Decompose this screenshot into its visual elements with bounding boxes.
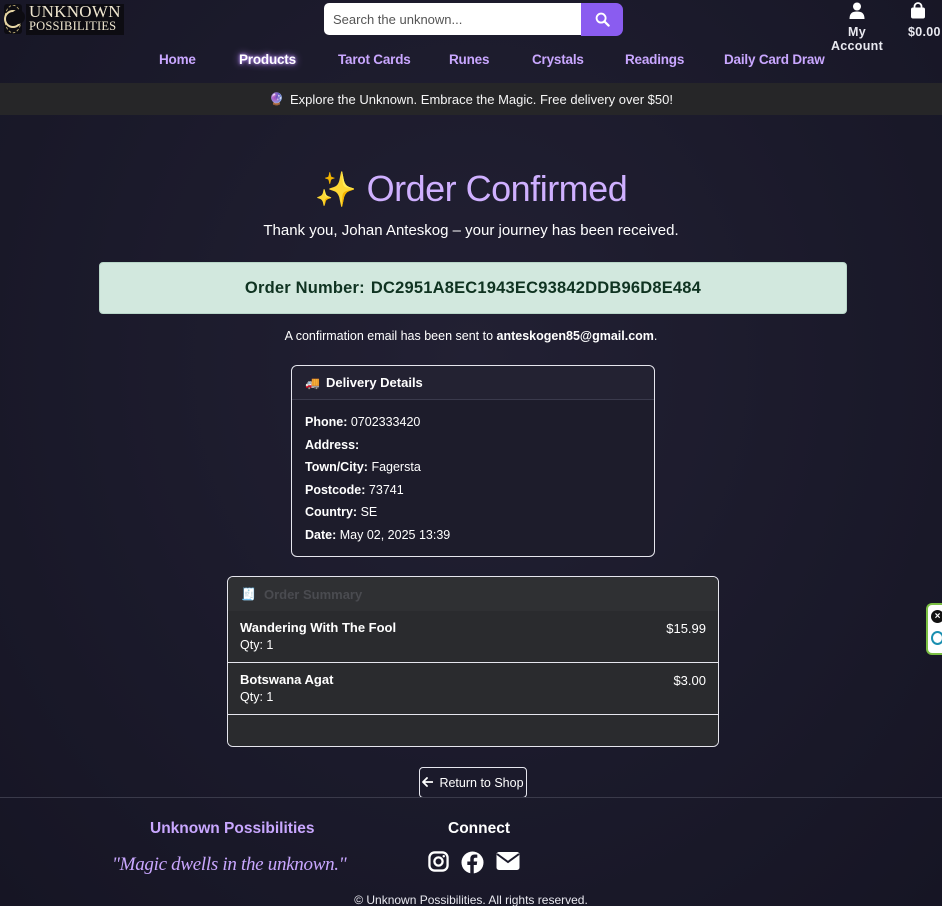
envelope-icon[interactable]	[496, 851, 520, 871]
nav-tarot-cards[interactable]: Tarot Cards	[338, 52, 411, 67]
email-note-suffix: .	[653, 329, 658, 343]
copyright-text: © Unknown Possibilities. All rights rese…	[354, 893, 588, 906]
search-bar	[324, 3, 623, 36]
sparkles-icon: ✨	[314, 171, 357, 209]
page-title: ✨ Order Confirmed	[0, 168, 942, 210]
nav-daily-card-draw[interactable]: Daily Card Draw	[724, 52, 825, 67]
delivery-label: Date:	[305, 527, 337, 542]
instagram-icon[interactable]	[428, 851, 449, 872]
delivery-row-town: Town/City: Fagersta	[305, 459, 654, 482]
delivery-details-title: Delivery Details	[325, 375, 423, 390]
order-summary-header: 🧾 Order Summary	[228, 577, 718, 611]
delivery-row-country: Country: SE	[305, 504, 654, 527]
delivery-value: 73741	[368, 482, 404, 497]
order-summary-card: 🧾 Order Summary Wandering With The Fool …	[227, 576, 719, 747]
delivery-label: Address:	[305, 437, 360, 452]
page-title-text: Order Confirmed	[366, 168, 628, 209]
delivery-details-body: Phone: 0702333420 Address: Town/City: Fa…	[292, 400, 654, 549]
summary-item-qty: Qty: 1	[240, 638, 274, 652]
footer-quote: "Magic dwells in the unknown."	[112, 854, 347, 875]
nav-products[interactable]: Products	[239, 52, 296, 67]
summary-item-row: Wandering With The Fool Qty: 1 $15.99	[228, 611, 718, 663]
nav-home[interactable]: Home	[159, 52, 196, 67]
top-bar: UNKNOWN POSSIBILITIES My Account $0.00	[0, 0, 942, 53]
receipt-icon: 🧾	[241, 587, 256, 601]
cart-link[interactable]: $0.00	[908, 2, 942, 39]
search-input[interactable]	[324, 3, 581, 35]
email-confirmation-note: A confirmation email has been sent to an…	[0, 329, 942, 343]
crystal-ball-icon: 🔮	[269, 92, 284, 106]
order-number-box: Order Number: DC2951A8EC1943EC93842DDB96…	[99, 262, 847, 314]
delivery-value: May 02, 2025 13:39	[339, 527, 451, 542]
social-links	[428, 851, 520, 874]
delivery-row-phone: Phone: 0702333420	[305, 414, 654, 437]
site-footer: Unknown Possibilities "Magic dwells in t…	[0, 797, 942, 906]
delivery-details-card: 🚚 Delivery Details Phone: 0702333420 Add…	[291, 365, 655, 557]
summary-item-row: Botswana Agat Qty: 1 $3.00	[228, 663, 718, 715]
widget-logo-icon	[931, 631, 942, 645]
delivery-details-header: 🚚 Delivery Details	[292, 366, 654, 400]
user-icon	[849, 2, 865, 19]
promo-text: Explore the Unknown. Embrace the Magic. …	[289, 91, 673, 107]
summary-item-name: Botswana Agat	[240, 672, 334, 687]
summary-footer	[228, 715, 718, 746]
delivery-row-postcode: Postcode: 73741	[305, 482, 654, 505]
logo-text: UNKNOWN POSSIBILITIES	[26, 1, 124, 35]
delivery-label: Phone:	[305, 415, 348, 429]
delivery-value: Fagersta	[371, 460, 421, 474]
email-address: anteskogen85@gmail.com	[496, 329, 654, 343]
facebook-icon[interactable]	[461, 851, 484, 874]
main-nav: Home Products Tarot Cards Runes Crystals…	[0, 44, 942, 78]
footer-connect-heading: Connect	[448, 820, 510, 837]
site-logo[interactable]: UNKNOWN POSSIBILITIES	[4, 3, 124, 35]
delivery-value: SE	[360, 505, 378, 519]
order-number-label: Order Number:	[244, 278, 365, 297]
nav-runes[interactable]: Runes	[449, 52, 489, 67]
order-summary-title: Order Summary	[263, 586, 363, 602]
nav-readings[interactable]: Readings	[625, 52, 684, 67]
summary-item-price: $15.99	[666, 621, 706, 636]
search-icon	[595, 12, 610, 27]
delivery-truck-icon: 🚚	[305, 375, 320, 390]
summary-item-price: $3.00	[673, 673, 706, 688]
arrow-left-icon	[422, 775, 434, 790]
summary-item-qty: Qty: 1	[240, 690, 274, 704]
nav-crystals[interactable]: Crystals	[532, 52, 584, 67]
summary-item-name: Wandering With The Fool	[240, 620, 397, 635]
return-to-shop-label: Return to Shop	[439, 775, 524, 790]
delivery-row-date: Date: May 02, 2025 13:39	[305, 527, 654, 550]
footer-brand: Unknown Possibilities	[150, 820, 315, 837]
search-button[interactable]	[581, 3, 623, 36]
email-note-prefix: A confirmation email has been sent to	[284, 329, 494, 343]
promo-banner: 🔮 Explore the Unknown. Embrace the Magic…	[0, 83, 942, 115]
cart-total: $0.00	[908, 25, 941, 39]
delivery-label: Country:	[305, 505, 358, 519]
order-number-value: DC2951A8EC1943EC93842DDB96D8E484	[370, 278, 702, 297]
logo-line-1: UNKNOWN	[29, 1, 121, 21]
moon-logo-icon	[4, 4, 25, 34]
delivery-label: Postcode:	[305, 482, 366, 497]
delivery-label: Town/City:	[305, 460, 368, 474]
delivery-value: 0702333420	[350, 415, 421, 429]
shopping-bag-icon	[911, 2, 925, 19]
logo-line-2: POSSIBILITIES	[29, 18, 117, 33]
close-icon[interactable]: ×	[931, 610, 942, 623]
side-floating-widget[interactable]: ×	[926, 603, 942, 655]
return-to-shop-button[interactable]: Return to Shop	[419, 767, 527, 798]
thank-you-message: Thank you, Johan Anteskog – your journey…	[263, 222, 679, 239]
delivery-row-address: Address:	[305, 437, 654, 460]
